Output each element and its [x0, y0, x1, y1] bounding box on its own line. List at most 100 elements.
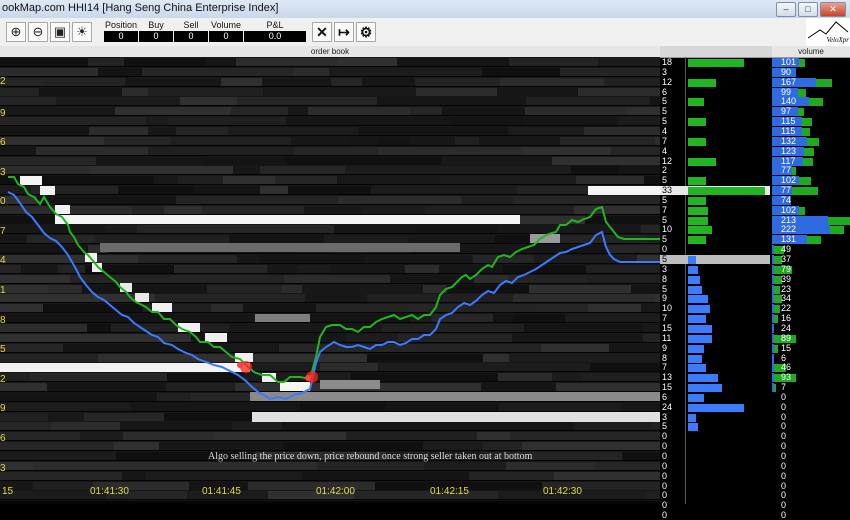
liquidity-cell — [194, 186, 260, 194]
liquidity-cell — [174, 265, 267, 273]
liquidity-cell — [122, 472, 146, 480]
order-book-row: 7 — [660, 314, 770, 323]
liquidity-cell — [271, 196, 339, 204]
order-book-size: 3 — [662, 264, 668, 274]
brightness-icon[interactable]: ☀ — [72, 22, 92, 42]
order-book-row: 18 — [660, 58, 770, 67]
order-block — [205, 333, 227, 342]
liquidity-cell — [401, 127, 508, 135]
liquidity-cell — [164, 413, 261, 421]
liquidity-cell — [33, 482, 93, 490]
liquidity-cell — [180, 97, 237, 105]
liquidity-cell — [423, 442, 483, 450]
volume-value: 0 — [781, 402, 787, 412]
liquidity-cell — [524, 117, 619, 125]
zoom-out-icon[interactable]: ⊖ — [28, 22, 48, 42]
volume-value: 37 — [781, 254, 792, 264]
close-button[interactable]: ✕ — [820, 2, 846, 17]
bid-depth-bar — [688, 315, 706, 323]
liquidity-cell — [590, 363, 623, 371]
heatmap-chart[interactable] — [0, 57, 660, 504]
liquidity-cell — [223, 176, 275, 184]
bid-depth-bar — [688, 355, 702, 363]
ask-depth-bar — [688, 207, 708, 215]
liquidity-cell — [522, 442, 631, 450]
liquidity-cell — [0, 245, 88, 253]
liquidity-cell — [358, 127, 401, 135]
liquidity-cell — [345, 166, 457, 174]
minimize-button[interactable]: – — [776, 2, 796, 17]
liquidity-cell — [138, 255, 237, 263]
order-book-row: 5 — [660, 422, 770, 431]
order-book-row: 0 — [660, 482, 770, 491]
liquidity-cell — [176, 196, 271, 204]
order-book-row: 0 — [660, 452, 770, 461]
volume-bar-green — [798, 89, 806, 97]
window-controls: – □ ✕ — [776, 2, 846, 17]
price-label: 1 — [0, 285, 6, 296]
liquidity-cell — [286, 117, 398, 125]
liquidity-cell — [0, 383, 47, 391]
order-block — [55, 205, 70, 214]
liquidity-cell — [607, 245, 660, 253]
order-book-row: 10 — [660, 304, 770, 313]
bid-depth-bar — [688, 276, 700, 284]
volume-bar-green — [799, 177, 811, 185]
ask-depth-bar — [688, 59, 744, 67]
ask-depth-bar — [688, 226, 712, 234]
liquidity-cell — [457, 166, 571, 174]
volume-bar-green — [774, 305, 780, 313]
liquidity-cell — [146, 472, 302, 480]
order-book-row: 0 — [660, 442, 770, 451]
restore-button[interactable]: □ — [798, 2, 818, 17]
order-book-size: 18 — [662, 57, 673, 67]
liquidity-cell — [304, 206, 362, 214]
stat-pnl: P&L 0.0 — [244, 20, 306, 42]
ask-depth-bar — [688, 197, 706, 205]
liquidity-cell — [82, 285, 207, 293]
liquidity-cell — [623, 363, 660, 371]
liquidity-cell — [641, 225, 660, 233]
order-book-row: 8 — [660, 354, 770, 363]
liquidity-cell — [21, 265, 58, 273]
liquidity-cell — [39, 88, 122, 96]
liquidity-cell — [415, 344, 541, 352]
volume-row: 222 — [772, 225, 850, 234]
volume-bar-green — [804, 148, 814, 156]
order-book-size: 13 — [662, 372, 673, 382]
order-book-panel: 18 3 12 6 5 5 5 4 7 4 12 2 5 33 5 7 5 10 5 0 5 3 8 5 9 10 7 15 11 9 8 7… — [660, 57, 770, 520]
liquidity-cell — [556, 383, 660, 391]
order-book-row: 5 — [660, 176, 770, 185]
volume-value: 89 — [781, 333, 792, 343]
volume-row: 0 — [772, 501, 850, 510]
liquidity-cell — [0, 422, 51, 430]
liquidity-cell — [288, 186, 371, 194]
volume-bar-green — [803, 158, 813, 166]
order-book-size: 15 — [662, 382, 673, 392]
order-block — [255, 314, 310, 322]
price-label: 6 — [0, 137, 6, 148]
order-book-row: 5 — [660, 107, 770, 116]
liquidity-cell — [508, 127, 584, 135]
liquidity-cell — [509, 354, 660, 362]
liquidity-cell — [316, 304, 408, 312]
volume-row: 46 — [772, 363, 850, 372]
volume-row: 123 — [772, 147, 850, 156]
volume-value: 77 — [781, 185, 792, 195]
volume-row: 115 — [772, 117, 850, 126]
zoom-in-icon[interactable]: ⊕ — [6, 22, 26, 42]
volume-row: 16 — [772, 314, 850, 323]
liquidity-cell — [631, 442, 660, 450]
order-book-size: 5 — [662, 421, 668, 431]
close-x-icon[interactable]: ✕ — [312, 22, 332, 42]
camera-icon[interactable]: ▣ — [50, 22, 70, 42]
volume-bar-green — [798, 108, 804, 116]
liquidity-cell — [477, 432, 510, 440]
logo-text: VeloXpr — [826, 36, 849, 44]
liquidity-cell — [293, 68, 329, 76]
liquidity-cell — [339, 196, 461, 204]
order-book-size: 24 — [662, 402, 673, 412]
exit-icon[interactable]: ↦ — [334, 22, 354, 42]
order-book-row: 3 — [660, 265, 770, 274]
gear-icon[interactable]: ⚙ — [356, 22, 376, 42]
